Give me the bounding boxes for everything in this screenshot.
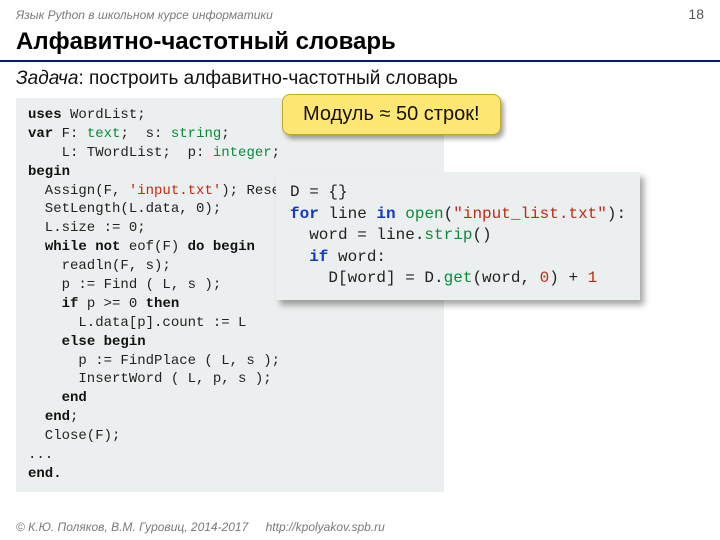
footer-url: http://kpolyakov.spb.ru [266, 520, 385, 534]
task-text: : построить алфавитно-частотный словарь [78, 68, 458, 89]
task-label: Задача [16, 68, 78, 89]
task-line: Задача: построить алфавитно-частотный сл… [0, 62, 720, 98]
python-code: D = {} for line in open("input_list.txt"… [276, 172, 640, 300]
header-bar: Язык Python в школьном курсе информатики… [0, 0, 720, 24]
course-label: Язык Python в школьном курсе информатики [16, 8, 273, 22]
copyright: © К.Ю. Поляков, В.М. Гуровиц, 2014-2017 [16, 520, 248, 534]
footer: © К.Ю. Поляков, В.М. Гуровиц, 2014-2017 … [16, 520, 385, 534]
page-number: 18 [688, 6, 704, 22]
slide-title: Алфавитно-частотный словарь [0, 24, 720, 62]
callout-bubble: Модуль ≈ 50 строк! [282, 94, 501, 135]
content-stage: uses WordList; var F: text; s: string; L… [0, 98, 720, 492]
